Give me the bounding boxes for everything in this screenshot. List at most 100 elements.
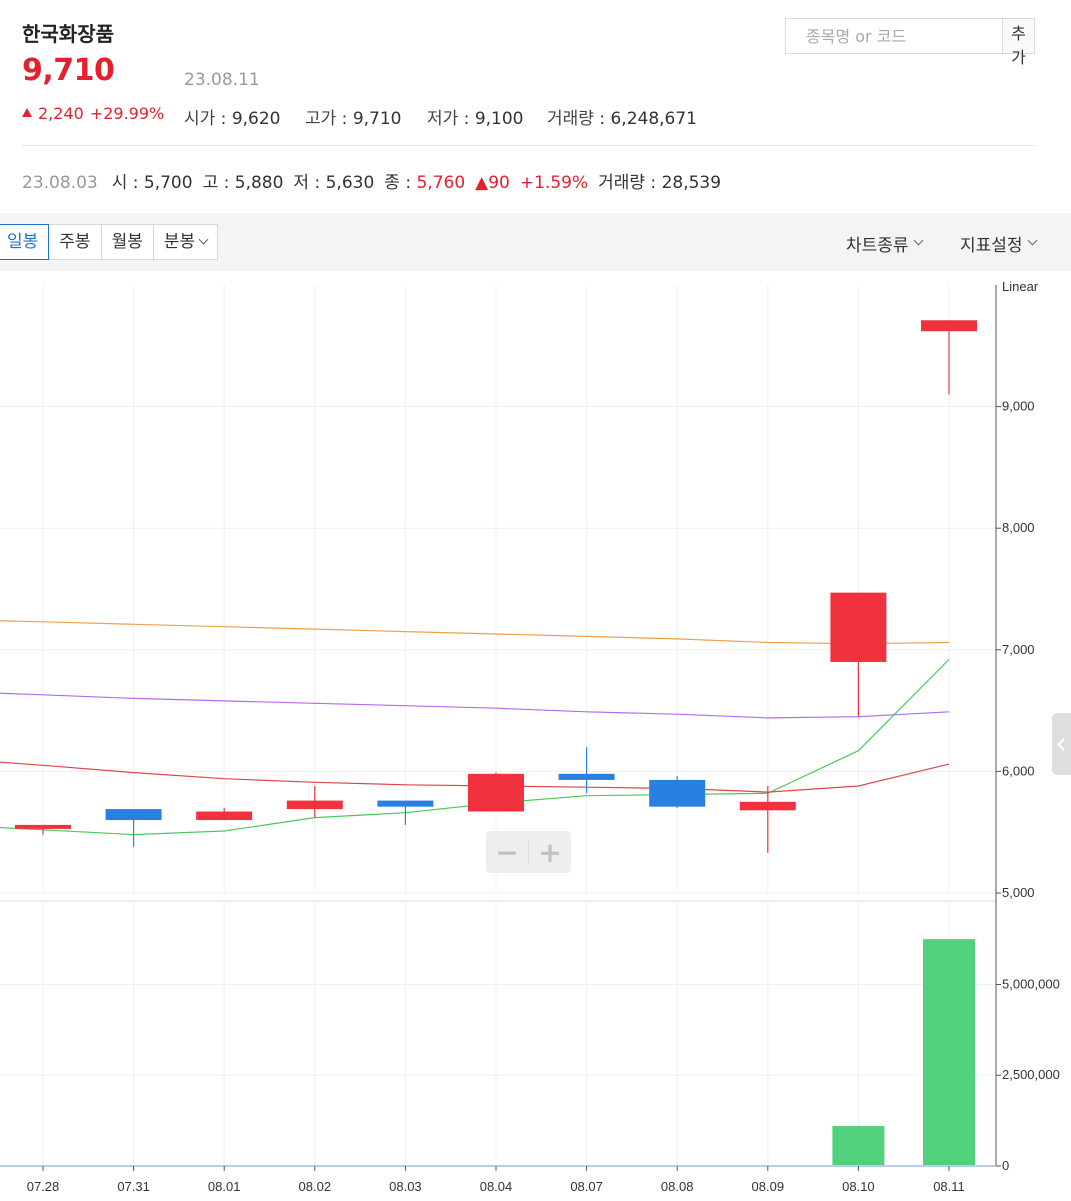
date-tick-label: 07.31 xyxy=(117,1179,150,1194)
chevron-down-icon xyxy=(913,235,924,246)
chart-type-dropdown[interactable]: 차트종류 xyxy=(846,231,924,256)
date-tick-label: 08.08 xyxy=(661,1179,694,1194)
chevron-left-icon xyxy=(1057,737,1070,751)
selected-open: 시 : 5,700 xyxy=(111,173,193,193)
candle-body xyxy=(649,779,706,807)
low-price: 저가 : 9,100 xyxy=(427,109,524,129)
volume-value: 6,248,671 xyxy=(610,109,697,129)
indicator-settings-label: 지표설정 xyxy=(960,236,1023,256)
selected-day-info: 23.08.03 시 : 5,700 고 : 5,880 저 : 5,630 종… xyxy=(22,168,721,193)
open-label: 시가 xyxy=(184,109,216,129)
date-tick-label: 08.07 xyxy=(570,1179,603,1194)
tab-minute-label: 분봉 xyxy=(163,232,196,252)
selected-change-percent: +1.59% xyxy=(519,173,589,193)
candle-body xyxy=(739,801,796,811)
tab-weekly[interactable]: 주봉 xyxy=(49,225,102,259)
selected-low: 저 : 5,630 xyxy=(293,173,375,193)
candle-body xyxy=(15,824,71,829)
selected-low-value: 5,630 xyxy=(325,173,375,193)
volume-bar xyxy=(832,1126,885,1166)
price-tick-label: 8,000 xyxy=(1002,520,1035,535)
date-tick-label: 08.04 xyxy=(480,1179,513,1194)
selected-close: 종 : 5,760 xyxy=(384,173,466,193)
period-tabs: 일봉 주봉 월봉 분봉 xyxy=(0,224,219,260)
stock-chart[interactable]: 5,000 6,000 7,000 8,000 9,000 0 2,500,000 5,000… xyxy=(0,271,1071,1201)
selected-high: 고 : 5,880 xyxy=(202,173,284,193)
chevron-down-icon xyxy=(198,234,209,244)
selected-high-label: 고 xyxy=(202,173,219,193)
high-value: 9,710 xyxy=(352,109,402,129)
chart-grid xyxy=(0,285,996,1166)
price-tick-label: 7,000 xyxy=(1002,642,1035,657)
high-label: 고가 xyxy=(305,109,337,129)
date-tick-label: 07.28 xyxy=(27,1179,60,1194)
date-tick-label: 08.03 xyxy=(389,1179,422,1194)
tab-daily[interactable]: 일봉 xyxy=(0,224,50,260)
zoom-in-button[interactable]: + xyxy=(529,831,571,873)
selected-open-label: 시 xyxy=(111,173,128,193)
candle-body xyxy=(105,809,162,821)
selected-open-value: 5,700 xyxy=(143,173,193,193)
zoom-control: − + xyxy=(486,831,571,873)
volume-tick-label: 2,500,000 xyxy=(1002,1067,1060,1082)
selected-date: 23.08.03 xyxy=(22,173,98,193)
selected-volume: 거래량 : 28,539 xyxy=(598,173,722,193)
selected-close-value: 5,760 xyxy=(416,173,466,193)
price-change: 2,240 +29.99% xyxy=(22,104,164,123)
candle-body xyxy=(830,592,887,662)
price-tick-label: 5,000 xyxy=(1002,885,1035,900)
chart-type-label: 차트종류 xyxy=(846,236,909,256)
date-tick-label: 08.10 xyxy=(842,1179,875,1194)
selected-volume-value: 28,539 xyxy=(661,173,722,193)
candle-body xyxy=(377,800,434,807)
quote-date: 23.08.11 xyxy=(184,70,260,90)
volume-tick-label: 0 xyxy=(1002,1158,1009,1173)
date-tick-label: 08.09 xyxy=(752,1179,785,1194)
scale-label: Linear xyxy=(1002,279,1039,294)
price-tick-label: 9,000 xyxy=(1002,399,1035,414)
volume-bars xyxy=(832,939,975,1166)
ma-line-ma60 xyxy=(0,692,950,719)
volume: 거래량 : 6,248,671 xyxy=(547,109,697,129)
tab-monthly[interactable]: 월봉 xyxy=(102,225,154,259)
volume-bar xyxy=(923,939,975,1166)
divider xyxy=(22,145,1036,146)
candle-body xyxy=(196,811,253,821)
tab-minute[interactable]: 분봉 xyxy=(154,225,217,259)
indicator-settings-dropdown[interactable]: 지표설정 xyxy=(960,231,1038,256)
date-tick-label: 08.11 xyxy=(933,1179,965,1194)
volume-tick-label: 5,000,000 xyxy=(1002,976,1060,991)
selected-high-value: 5,880 xyxy=(234,173,284,193)
date-tick-label: 08.01 xyxy=(208,1179,241,1194)
candle-body xyxy=(468,773,524,812)
ma-line-ma120 xyxy=(0,620,950,645)
add-button[interactable]: 추가 xyxy=(1002,19,1034,67)
open-price: 시가 : 9,620 xyxy=(184,109,281,129)
stock-name: 한국화장품 xyxy=(22,22,114,46)
candle-body xyxy=(286,800,343,810)
selected-close-label: 종 xyxy=(384,173,400,193)
open-value: 9,620 xyxy=(231,109,281,129)
volume-label: 거래량 xyxy=(547,109,594,129)
side-panel-toggle[interactable] xyxy=(1052,713,1071,775)
chart-toolbar: 일봉 주봉 월봉 분봉 차트종류 지표설정 xyxy=(0,213,1071,271)
date-tick-label: 08.02 xyxy=(299,1179,332,1194)
current-price: 9,710 xyxy=(22,53,115,88)
low-label: 저가 xyxy=(427,109,459,129)
low-value: 9,100 xyxy=(474,109,524,129)
candle-body xyxy=(921,320,977,332)
selected-change: ▲90 xyxy=(475,173,510,193)
chart-axes: 5,000 6,000 7,000 8,000 9,000 0 2,500,000 5,000… xyxy=(0,285,1060,1194)
search-input[interactable] xyxy=(786,19,1002,53)
zoom-out-button[interactable]: − xyxy=(486,831,528,873)
price-tick-label: 6,000 xyxy=(1002,763,1035,778)
selected-low-label: 저 xyxy=(293,173,310,193)
selected-volume-label: 거래량 xyxy=(598,173,646,193)
change-percent: +29.99% xyxy=(89,104,165,123)
stock-search: 추가 xyxy=(785,18,1035,67)
candle-body xyxy=(558,773,615,780)
change-amount: 2,240 xyxy=(38,104,84,123)
up-arrow-icon xyxy=(22,108,32,117)
high-price: 고가 : 9,710 xyxy=(305,109,402,129)
chevron-down-icon xyxy=(1027,235,1038,246)
